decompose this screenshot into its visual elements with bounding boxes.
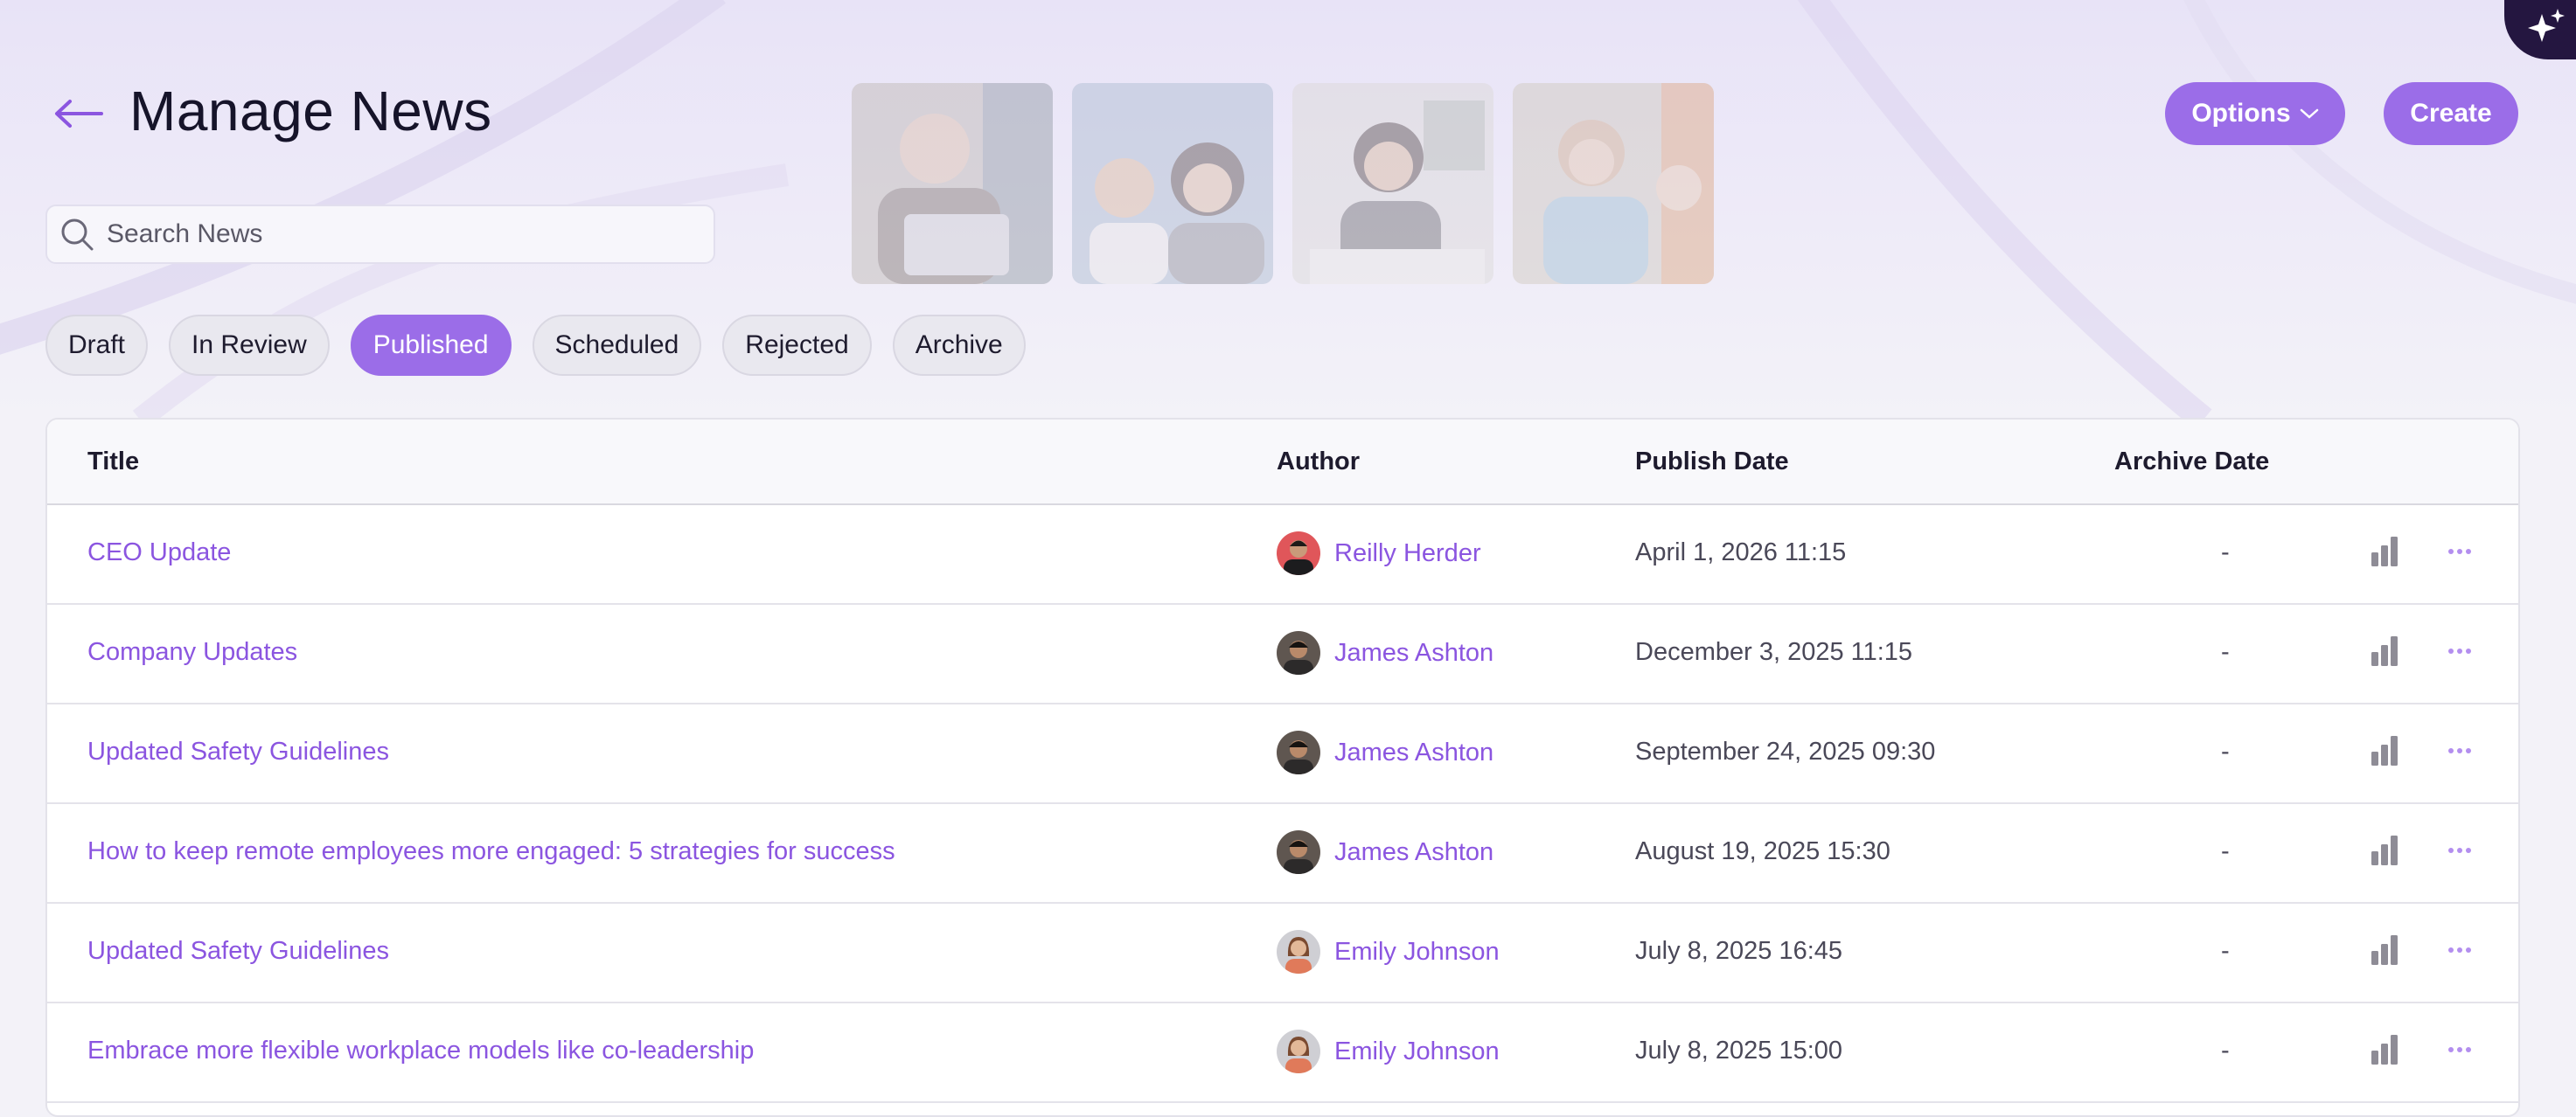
create-button[interactable]: Create — [2384, 82, 2518, 145]
news-title-link[interactable]: Embrace more flexible workplace models l… — [87, 1037, 754, 1065]
arrow-left-icon — [55, 100, 103, 128]
table-row: Updated Safety Guidelines James Ashton S… — [47, 704, 2518, 804]
author-link[interactable]: James Ashton — [1277, 830, 1493, 874]
table-row: Company Updates James Ashton December 3,… — [47, 605, 2518, 704]
author-name: Emily Johnson — [1334, 1037, 1500, 1065]
more-actions-button[interactable] — [2440, 631, 2480, 671]
more-horizontal-icon — [2448, 848, 2471, 853]
author-name: James Ashton — [1334, 738, 1494, 767]
bar-chart-icon — [2371, 537, 2398, 566]
publish-date: April 1, 2026 11:15 — [1635, 538, 1847, 566]
author-link[interactable]: James Ashton — [1277, 631, 1493, 675]
tab-draft[interactable]: Draft — [45, 315, 149, 376]
table-row: CEO Update Reilly Herder April 1, 2026 1… — [47, 505, 2518, 605]
chevron-down-icon — [2300, 108, 2318, 119]
sparkle-icon — [2528, 9, 2565, 42]
table-row: Updated Safety Guidelines Emily Johnson … — [47, 904, 2518, 1003]
archive-date: - — [2221, 538, 2230, 566]
stats-button[interactable] — [2364, 631, 2405, 671]
more-horizontal-icon — [2448, 748, 2471, 753]
publish-date: September 24, 2025 09:30 — [1635, 738, 1936, 766]
archive-date: - — [2221, 738, 2230, 766]
hero-photo-4 — [1513, 83, 1714, 284]
news-title-link[interactable]: Company Updates — [87, 638, 297, 667]
options-label: Options — [2191, 99, 2291, 128]
avatar — [1277, 930, 1320, 974]
archive-date: - — [2221, 638, 2230, 666]
news-title-link[interactable]: Updated Safety Guidelines — [87, 937, 389, 966]
author-name: Emily Johnson — [1334, 937, 1500, 966]
search-box[interactable] — [45, 205, 715, 264]
author-name: James Ashton — [1334, 638, 1494, 667]
hero-photo-strip — [852, 83, 1714, 284]
page-title: Manage News — [129, 80, 492, 142]
news-title-link[interactable]: Updated Safety Guidelines — [87, 738, 389, 767]
avatar — [1277, 731, 1320, 774]
bar-chart-icon — [2371, 1035, 2398, 1065]
author-link[interactable]: Emily Johnson — [1277, 930, 1500, 974]
stats-button[interactable] — [2364, 731, 2405, 771]
stats-button[interactable] — [2364, 830, 2405, 871]
status-tabs: Draft In Review Published Scheduled Reje… — [45, 315, 1026, 376]
publish-date: July 8, 2025 15:00 — [1635, 1037, 1843, 1065]
bar-chart-icon — [2371, 736, 2398, 766]
publish-date: July 8, 2025 16:45 — [1635, 937, 1843, 965]
more-actions-button[interactable] — [2440, 830, 2480, 871]
bar-chart-icon — [2371, 935, 2398, 965]
archive-date: - — [2221, 937, 2230, 965]
back-button[interactable] — [51, 87, 107, 140]
more-horizontal-icon — [2448, 649, 2471, 654]
author-link[interactable]: Emily Johnson — [1277, 1030, 1500, 1073]
more-horizontal-icon — [2448, 1047, 2471, 1052]
tab-archive[interactable]: Archive — [892, 315, 1026, 376]
archive-date: - — [2221, 837, 2230, 865]
more-actions-button[interactable] — [2440, 531, 2480, 572]
column-header-author[interactable]: Author — [1277, 447, 1360, 476]
more-actions-button[interactable] — [2440, 731, 2480, 771]
stats-button[interactable] — [2364, 930, 2405, 970]
archive-date: - — [2221, 1037, 2230, 1065]
hero-photo-1 — [852, 83, 1053, 284]
avatar — [1277, 1030, 1320, 1073]
more-horizontal-icon — [2448, 549, 2471, 554]
tab-published[interactable]: Published — [350, 315, 512, 376]
author-name: James Ashton — [1334, 837, 1494, 866]
news-title-link[interactable]: How to keep remote employees more engage… — [87, 837, 895, 866]
column-header-publish-date[interactable]: Publish Date — [1635, 447, 1789, 476]
table-row: Embrace more flexible workplace models l… — [47, 1003, 2518, 1103]
column-header-archive-date[interactable]: Archive Date — [2114, 447, 2269, 476]
table-row: How to keep remote employees more engage… — [47, 804, 2518, 904]
more-actions-button[interactable] — [2440, 1030, 2480, 1070]
search-icon — [56, 213, 98, 255]
tab-in-review[interactable]: In Review — [169, 315, 330, 376]
author-name: Reilly Herder — [1334, 538, 1481, 567]
table-header: Title Author Publish Date Archive Date — [47, 420, 2518, 505]
more-horizontal-icon — [2448, 947, 2471, 953]
bar-chart-icon — [2371, 636, 2398, 666]
search-input[interactable] — [105, 219, 703, 250]
options-button[interactable]: Options — [2165, 82, 2345, 145]
author-link[interactable]: Reilly Herder — [1277, 531, 1481, 575]
avatar — [1277, 631, 1320, 675]
column-header-title[interactable]: Title — [87, 447, 139, 476]
hero-photo-2 — [1072, 83, 1273, 284]
avatar — [1277, 531, 1320, 575]
tab-scheduled[interactable]: Scheduled — [532, 315, 702, 376]
publish-date: August 19, 2025 15:30 — [1635, 837, 1890, 865]
bar-chart-icon — [2371, 836, 2398, 865]
hero-photo-3 — [1292, 83, 1493, 284]
stats-button[interactable] — [2364, 531, 2405, 572]
news-title-link[interactable]: CEO Update — [87, 538, 231, 567]
author-link[interactable]: James Ashton — [1277, 731, 1493, 774]
avatar — [1277, 830, 1320, 874]
tab-rejected[interactable]: Rejected — [722, 315, 872, 376]
more-actions-button[interactable] — [2440, 930, 2480, 970]
stats-button[interactable] — [2364, 1030, 2405, 1070]
news-table: Title Author Publish Date Archive Date C… — [45, 418, 2520, 1117]
publish-date: December 3, 2025 11:15 — [1635, 638, 1913, 666]
